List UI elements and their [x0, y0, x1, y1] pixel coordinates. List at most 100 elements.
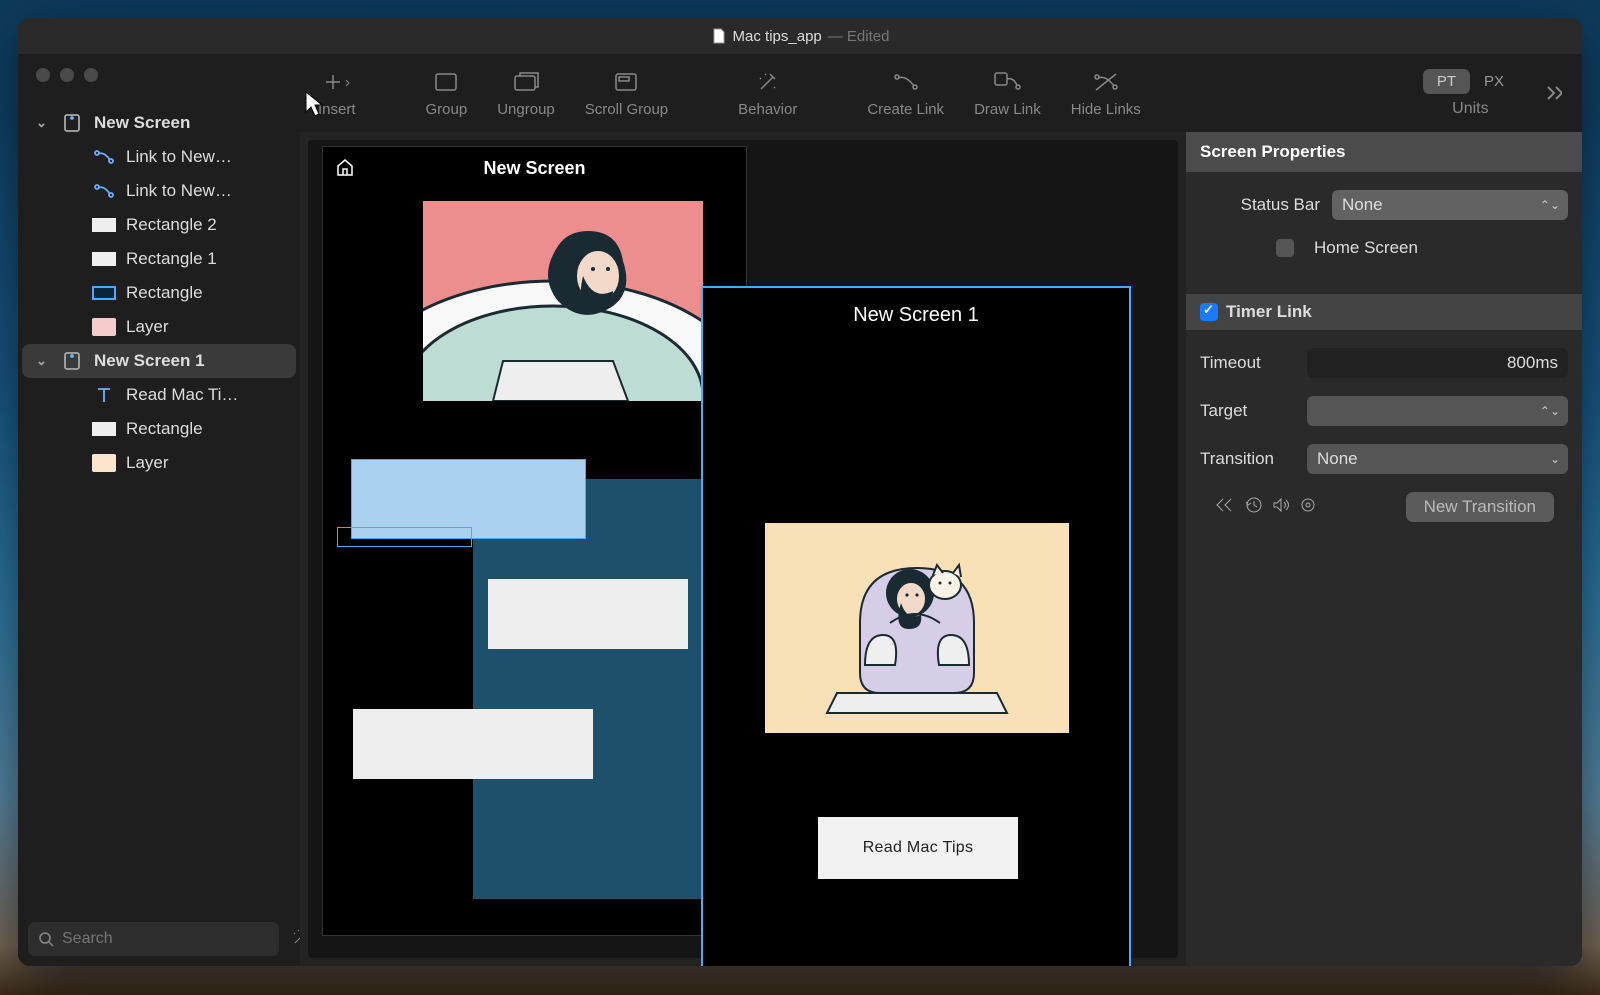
toolbar-label: Group [426, 101, 468, 118]
timeout-label: Timeout [1200, 353, 1295, 373]
search-bar [18, 912, 300, 966]
createlink-button[interactable]: Create Link [867, 69, 944, 118]
canvas-rect-d[interactable] [353, 709, 593, 779]
toolbar-label: Ungroup [497, 101, 555, 118]
mouse-cursor [304, 90, 326, 123]
person-laptop-illustration [423, 201, 703, 401]
layer-sidebar: ⌄ New Screen Link to New… Link to New… R… [18, 54, 300, 966]
toolbar-label: Behavior [738, 101, 797, 118]
scrollgroup-icon [610, 69, 642, 95]
rewind-icon[interactable] [1214, 497, 1234, 518]
drawlink-button[interactable]: Draw Link [974, 69, 1041, 118]
rectangle-icon [92, 283, 116, 303]
layer-label: Rectangle 1 [126, 249, 217, 269]
new-transition-button[interactable]: New Transition [1406, 492, 1554, 522]
canvas-background-block[interactable] [473, 479, 703, 899]
toolbar-label: Hide Links [1071, 101, 1141, 118]
read-tips-button[interactable]: Read Mac Tips [818, 817, 1018, 879]
search-input[interactable] [28, 922, 279, 956]
units-control: PT PX Units [1423, 69, 1518, 118]
document-name: Mac tips_app [733, 28, 822, 45]
zoom-dot[interactable] [84, 68, 98, 82]
image-icon [92, 317, 116, 337]
toolbar-label: Create Link [867, 101, 944, 118]
units-px[interactable]: PX [1470, 69, 1518, 94]
illustration-2[interactable] [765, 523, 1069, 733]
canvas[interactable]: New Screen [300, 132, 1186, 966]
layer-label: Rectangle [126, 419, 203, 439]
layer-text[interactable]: Read Mac Ti… [22, 378, 296, 412]
history-icon[interactable] [1244, 496, 1262, 519]
ungroup-icon [510, 69, 542, 95]
inspector-header: Screen Properties [1186, 132, 1582, 172]
group-button[interactable]: Group [426, 69, 468, 118]
edited-status: — Edited [828, 28, 890, 45]
target-icon[interactable] [1300, 497, 1316, 518]
layer-rectangle-sel[interactable]: Rectangle [22, 276, 296, 310]
select-value: None [1317, 449, 1358, 469]
toolbar-label: Draw Link [974, 101, 1041, 118]
chevron-down-icon: ⌄ [36, 353, 50, 369]
hidelinks-button[interactable]: Hide Links [1071, 69, 1141, 118]
layer-rectangle-1[interactable]: Rectangle 1 [22, 242, 296, 276]
timer-link-header[interactable]: Timer Link [1186, 294, 1582, 330]
layer-screen-1[interactable]: ⌄ New Screen [22, 106, 296, 140]
layer-label: Rectangle 2 [126, 215, 217, 235]
canvas-screen-1[interactable]: New Screen [322, 146, 747, 936]
search-text[interactable] [62, 930, 269, 948]
toolbar-label: Units [1452, 100, 1488, 118]
chevron-down-icon: ⌄ [1550, 452, 1560, 466]
createlink-icon [890, 69, 922, 95]
transition-select[interactable]: None ⌄ [1307, 444, 1568, 474]
group-icon [430, 69, 462, 95]
layer-label: Rectangle [126, 283, 203, 303]
minimize-dot[interactable] [60, 68, 74, 82]
screen-title: New Screen [483, 158, 585, 179]
units-pt[interactable]: PT [1423, 69, 1470, 94]
document-title: Mac tips_app [711, 28, 822, 45]
overflow-button[interactable] [1536, 79, 1564, 107]
layer-image-2[interactable]: Layer [22, 446, 296, 480]
target-select[interactable]: ⌃⌄ [1307, 396, 1568, 426]
updown-icon: ⌃⌄ [1540, 198, 1560, 212]
layer-label: Read Mac Ti… [126, 385, 238, 405]
layer-rectangle-2[interactable]: Rectangle 2 [22, 208, 296, 242]
target-label: Target [1200, 401, 1295, 421]
timer-link-checkbox[interactable] [1200, 303, 1218, 321]
layer-link-1[interactable]: Link to New… [22, 140, 296, 174]
layer-rectangle-3[interactable]: Rectangle [22, 412, 296, 446]
canvas-screen-2[interactable]: New Screen 1 [701, 286, 1131, 966]
layer-label: Layer [126, 453, 169, 473]
home-screen-label: Home Screen [1314, 238, 1418, 258]
canvas-rect-b[interactable] [337, 527, 472, 547]
illustration-1[interactable] [423, 201, 703, 401]
status-bar-select[interactable]: None⌃⌄ [1332, 190, 1568, 220]
behavior-button[interactable]: Behavior [738, 69, 797, 118]
close-dot[interactable] [36, 68, 50, 82]
timeout-input[interactable]: 800ms [1307, 348, 1568, 378]
rectangle-icon [92, 419, 116, 439]
chevron-down-icon: ⌄ [36, 115, 50, 131]
transition-label: Transition [1200, 449, 1295, 469]
sound-icon[interactable] [1272, 497, 1290, 518]
canvas-rect-c[interactable] [488, 579, 688, 649]
main-toolbar: Insert Group Ungroup Scroll Group Behavi… [300, 54, 1582, 132]
rectangle-icon [92, 249, 116, 269]
layer-label: Link to New… [126, 181, 232, 201]
link-icon [92, 181, 116, 201]
scrollgroup-button[interactable]: Scroll Group [585, 69, 668, 118]
home-icon [335, 157, 355, 182]
inspector-panel: Screen Properties Status Bar None⌃⌄ Home… [1186, 132, 1582, 966]
ungroup-button[interactable]: Ungroup [497, 69, 555, 118]
screen-title: New Screen 1 [703, 288, 1129, 343]
window-titlebar: Mac tips_app — Edited [18, 18, 1582, 54]
toolbar-label: Scroll Group [585, 101, 668, 118]
hidelinks-icon [1090, 69, 1122, 95]
screen-icon [60, 351, 84, 371]
layer-screen-2[interactable]: ⌄ New Screen 1 [22, 344, 296, 378]
layer-link-2[interactable]: Link to New… [22, 174, 296, 208]
layer-image-1[interactable]: Layer [22, 310, 296, 344]
home-screen-checkbox[interactable] [1276, 239, 1294, 257]
wand-icon [752, 69, 784, 95]
drawlink-icon [991, 69, 1023, 95]
